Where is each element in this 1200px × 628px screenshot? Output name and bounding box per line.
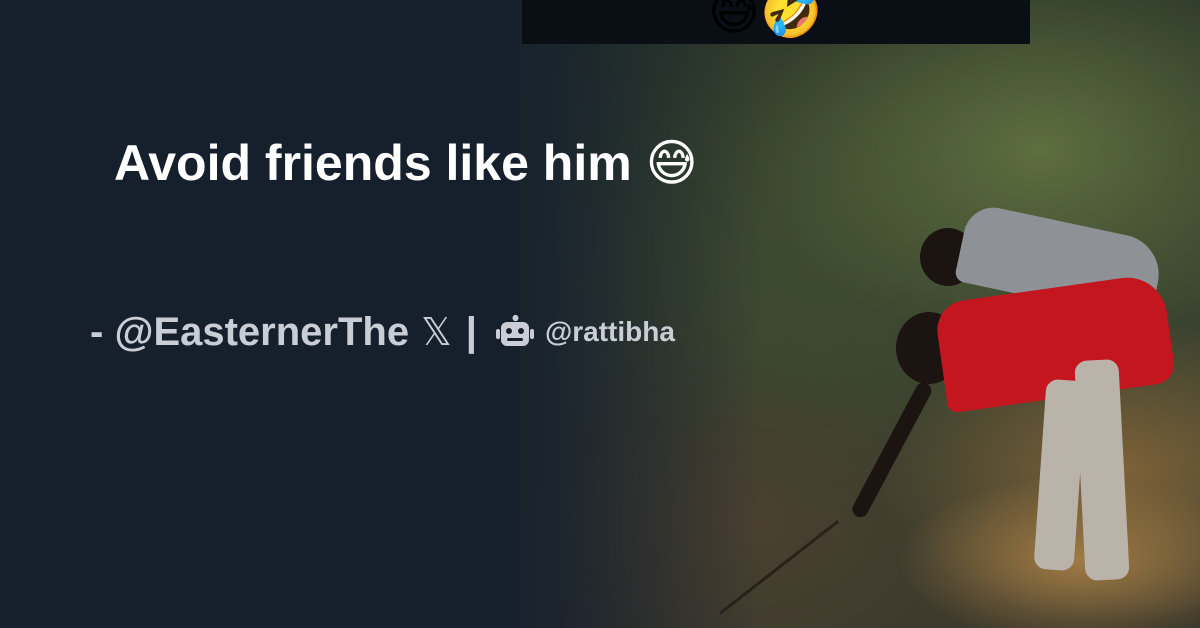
credit-separator: |	[465, 309, 477, 354]
post-title: Avoid friends like him 😅	[114, 134, 698, 192]
robot-icon	[495, 315, 535, 349]
author-handle[interactable]: @EasternerThe	[114, 310, 409, 355]
caption-emojis: 😅🤣	[708, 0, 823, 41]
brand-handle[interactable]: @rattibha	[545, 316, 675, 348]
post-title-text: Avoid friends like him	[114, 135, 632, 191]
x-logo-icon: 𝕏	[421, 310, 452, 354]
video-caption-bar: 😅🤣	[522, 0, 1030, 44]
author-credit: - @EasternerThe 𝕏 | @rattibha	[90, 306, 675, 358]
author-prefix: -	[90, 309, 115, 354]
sweat-smile-emoji: 😅	[645, 134, 698, 192]
